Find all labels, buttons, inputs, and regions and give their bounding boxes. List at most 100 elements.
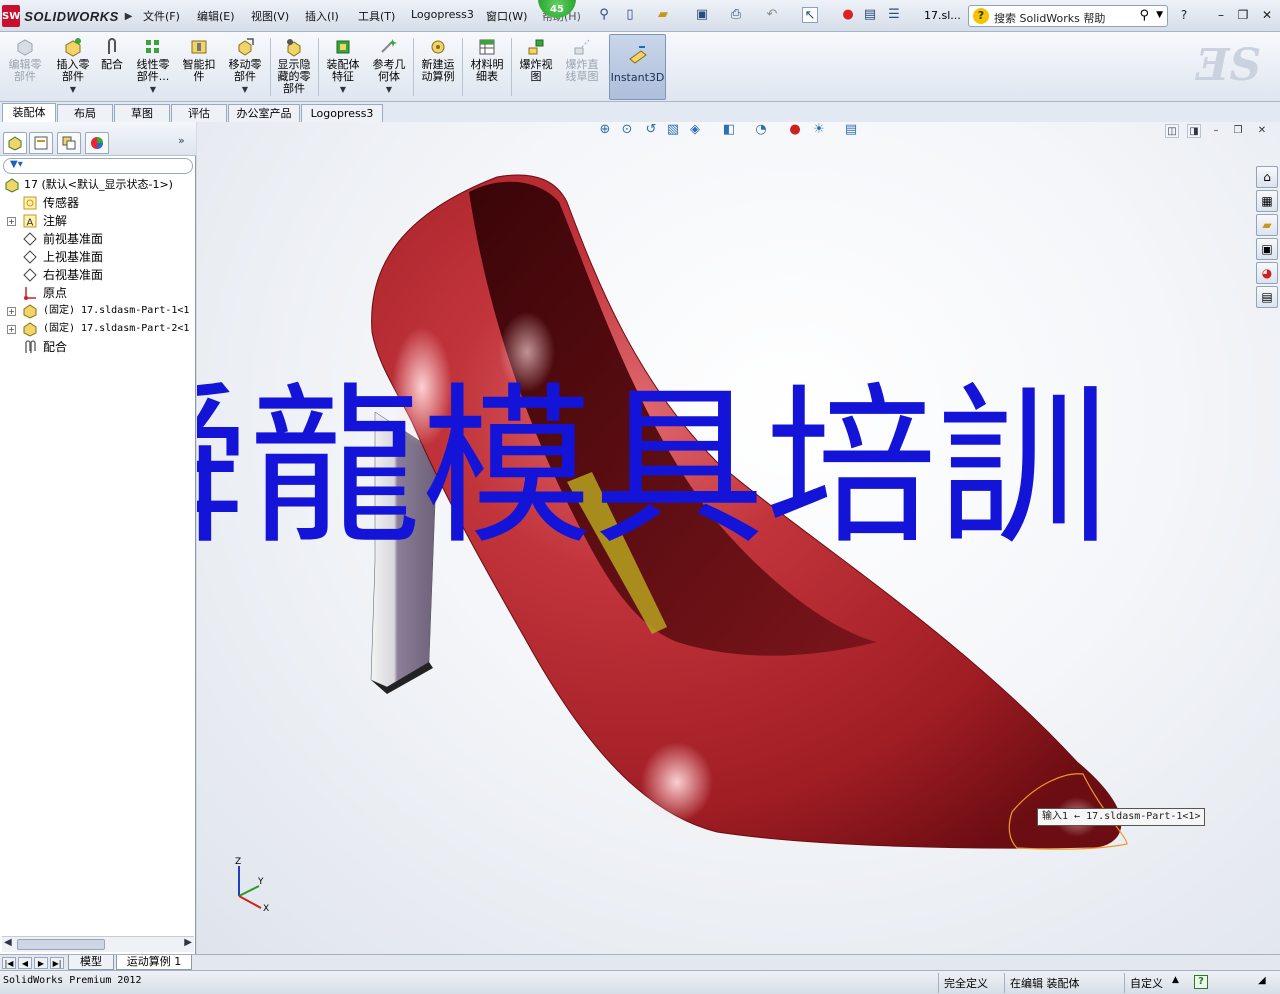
chevron-down-icon[interactable]: ▼: [131, 84, 175, 96]
configurationmanager-tab[interactable]: [57, 132, 81, 154]
units-up-icon[interactable]: ▲: [1172, 975, 1179, 985]
first-tab-icon[interactable]: |◀: [2, 957, 16, 969]
search-placeholder[interactable]: 搜索 SolidWorks 帮助: [994, 10, 1105, 26]
chevron-down-icon[interactable]: ▼: [50, 84, 96, 96]
tab-logopress3[interactable]: Logopress3: [301, 104, 383, 122]
menu-view[interactable]: 视图(V): [251, 8, 289, 24]
menu-window[interactable]: 窗口(W): [486, 8, 527, 24]
instant3d-button[interactable]: Instant3D: [609, 34, 666, 100]
tree-item-part-1[interactable]: + (固定) 17.sldasm-Part-1<1: [0, 302, 196, 320]
rebuild-icon[interactable]: ●: [840, 7, 856, 23]
panel-expand-icon[interactable]: »: [178, 134, 185, 147]
tree-item-annotations[interactable]: + A 注解: [0, 212, 196, 230]
bom-table-icon: [479, 39, 495, 55]
linear-pattern-button[interactable]: 线性零 部件... ▼: [131, 35, 175, 99]
next-tab-icon[interactable]: ▶: [34, 957, 48, 969]
tab-evaluate[interactable]: 评估: [171, 104, 227, 122]
assembly-features-button[interactable]: 装配体 特征 ▼: [320, 35, 366, 99]
tree-item-sensors[interactable]: 传感器: [0, 194, 196, 212]
undo-icon[interactable]: ↶: [764, 7, 780, 23]
restore-icon[interactable]: ❐: [1234, 6, 1252, 24]
featuremanager-tab[interactable]: [3, 132, 27, 154]
expand-toggle[interactable]: +: [7, 325, 16, 334]
tab-assembly[interactable]: 装配体: [2, 103, 56, 123]
ribbon-separator: [511, 38, 512, 96]
units-custom[interactable]: 自定义: [1130, 975, 1163, 991]
scroll-thumb[interactable]: [17, 939, 105, 950]
chevron-down-icon[interactable]: ▼: [222, 84, 268, 96]
ds-brand-logo: ƎS: [1196, 40, 1262, 91]
tree-item-top-plane[interactable]: 上视基准面: [0, 248, 196, 266]
triad-z-label: Z: [235, 857, 241, 867]
tree-horizontal-scrollbar[interactable]: ◀ ▶: [2, 936, 194, 952]
options-icon[interactable]: ☰: [886, 7, 902, 23]
tab-model[interactable]: 模型: [68, 955, 114, 970]
explode-line-sketch-button[interactable]: 爆炸直 线草图: [560, 35, 604, 99]
chevron-down-icon[interactable]: ▼: [1156, 10, 1163, 20]
graphics-viewport[interactable]: ⊕ ⊙ ↺ ▧ ◈ ◧ ◔ ● ☀ ▤ ◫ ◨ – ❐ ✕ ⌂ ▦ ▰ ▣ ◕ …: [197, 122, 1280, 954]
resize-grip-icon[interactable]: ◢: [1258, 975, 1266, 986]
reference-triad[interactable]: Z Y X: [225, 852, 275, 912]
tree-item-mates[interactable]: 配合: [0, 338, 196, 356]
propertymanager-tab[interactable]: [29, 132, 53, 154]
chevron-down-icon[interactable]: ▼: [368, 84, 410, 96]
pin-icon[interactable]: ⚲: [596, 7, 612, 23]
scroll-left-icon[interactable]: ◀: [4, 937, 12, 948]
minimize-icon[interactable]: –: [1212, 6, 1230, 24]
edit-component-button[interactable]: 编辑零 部件: [4, 35, 46, 99]
menu-logopress[interactable]: Logopress3: [411, 8, 474, 21]
exploded-view-button[interactable]: 爆炸视 图: [514, 35, 558, 99]
scroll-right-icon[interactable]: ▶: [184, 937, 192, 948]
menu-insert[interactable]: 插入(I): [305, 8, 339, 24]
displaymanager-tab[interactable]: [85, 132, 109, 154]
explode-line-sketch-icon: [574, 39, 590, 55]
help-menu-icon[interactable]: ?: [1175, 6, 1193, 24]
move-component-button[interactable]: 移动零 部件 ▼: [222, 35, 268, 99]
tab-sketch[interactable]: 草图: [114, 104, 170, 122]
tree-item-right-plane[interactable]: 右视基准面: [0, 266, 196, 284]
displaymanager-icon: [91, 137, 103, 149]
tab-motion-study-1[interactable]: 运动算例 1: [116, 955, 192, 970]
search-icon[interactable]: ⚲: [1139, 8, 1149, 23]
close-icon[interactable]: ✕: [1258, 6, 1276, 24]
tab-layout[interactable]: 布局: [57, 104, 113, 122]
component-callout[interactable]: 输入1 ← 17.sldasm-Part-1<1>: [1037, 808, 1206, 826]
smart-fasteners-icon: [191, 40, 207, 54]
panel-tabs: »: [0, 122, 196, 156]
select-arrow-icon[interactable]: ↖: [802, 7, 818, 23]
new-document-icon[interactable]: ▯: [622, 7, 638, 23]
tree-item-part-2[interactable]: + (固定) 17.sldasm-Part-2<1: [0, 320, 196, 338]
bill-of-materials-button[interactable]: 材料明 细表: [465, 35, 509, 99]
print-icon[interactable]: ⎙: [728, 7, 744, 23]
feature-filter-input[interactable]: ▼▾: [3, 158, 193, 174]
status-separator: [1004, 973, 1005, 993]
insert-component-button[interactable]: 插入零 部件 ▼: [50, 35, 96, 99]
mate-button[interactable]: 配合: [97, 35, 127, 99]
reference-geometry-button[interactable]: 参考几 何体 ▼: [368, 35, 410, 99]
tree-root-assembly[interactable]: 17 (默认<默认_显示状态-1>): [0, 176, 196, 194]
menu-file[interactable]: 文件(F): [143, 8, 180, 24]
tree-item-origin[interactable]: 原点: [0, 284, 196, 302]
logo-text: SOLIDWORKS: [24, 8, 119, 24]
edit-mode-status: 在编辑 装配体: [1010, 977, 1080, 990]
help-search-box[interactable]: ? 搜索 SolidWorks 帮助 ⚲ ▼: [968, 5, 1168, 27]
menu-edit[interactable]: 编辑(E): [197, 8, 235, 24]
new-motion-study-button[interactable]: 新建运 动算例: [416, 35, 460, 99]
smart-fasteners-button[interactable]: 智能扣 件: [178, 35, 220, 99]
tree-item-front-plane[interactable]: 前视基准面: [0, 230, 196, 248]
expand-toggle[interactable]: +: [7, 217, 16, 226]
prev-tab-icon[interactable]: ◀: [18, 957, 32, 969]
menu-tools[interactable]: 工具(T): [358, 8, 395, 24]
show-hidden-components-button[interactable]: 显示隐 藏的零 部件: [272, 35, 316, 99]
quick-tips-icon[interactable]: ?: [1194, 975, 1208, 989]
save-icon[interactable]: ▣: [694, 7, 710, 23]
expand-toggle[interactable]: +: [7, 307, 16, 316]
last-tab-icon[interactable]: ▶|: [50, 957, 64, 969]
logo-arrow-icon[interactable]: ▶: [125, 11, 133, 22]
watermark-text: 舜龍模具培訓: [197, 367, 1109, 568]
solidworks-logo[interactable]: SW SOLIDWORKS ▶: [2, 4, 133, 28]
tab-office-products[interactable]: 办公室产品: [228, 104, 300, 122]
open-folder-icon[interactable]: ▰: [655, 7, 671, 23]
file-properties-icon[interactable]: ▤: [862, 7, 878, 23]
chevron-down-icon[interactable]: ▼: [320, 84, 366, 96]
